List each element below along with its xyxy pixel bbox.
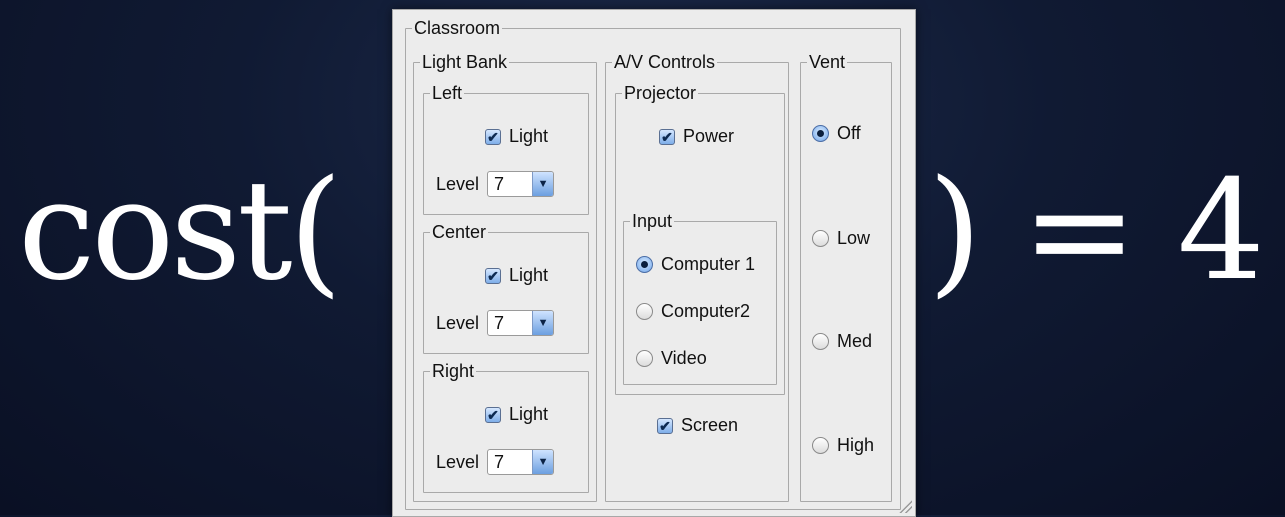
- vent-option-off[interactable]: Off: [812, 123, 861, 144]
- classroom-title: Classroom: [414, 18, 501, 38]
- checkmark-icon: ✔: [485, 267, 501, 284]
- right-light-title: Right: [432, 361, 475, 381]
- chevron-down-icon[interactable]: ▼: [532, 172, 554, 196]
- projector-title: Projector: [624, 83, 697, 103]
- center-light-label: Light: [509, 265, 549, 285]
- vent-option-med[interactable]: Med: [812, 331, 872, 352]
- radio-unselected-icon: [812, 333, 829, 350]
- left-light-label: Light: [509, 126, 549, 146]
- cost-text: cost(: [18, 150, 342, 311]
- chevron-down-icon[interactable]: ▼: [532, 311, 554, 335]
- left-level-value: 7: [494, 174, 505, 194]
- vent-option-high[interactable]: High: [812, 435, 874, 456]
- vent-option-label: Off: [837, 123, 861, 143]
- input-title: Input: [632, 211, 673, 231]
- input-option-video[interactable]: Video: [636, 348, 707, 369]
- center-level-control: Level 7 ▼: [436, 310, 555, 336]
- screen-label: Screen: [681, 415, 739, 435]
- vent-option-label: Med: [837, 331, 873, 351]
- input-option-label: Computer2: [661, 301, 751, 321]
- right-light-checkbox[interactable]: ✔ Light: [485, 404, 548, 425]
- radio-unselected-icon: [636, 350, 653, 367]
- left-light-title: Left: [432, 83, 463, 103]
- right-level-value: 7: [494, 452, 505, 472]
- center-light-checkbox[interactable]: ✔ Light: [485, 265, 548, 286]
- left-light-checkbox[interactable]: ✔ Light: [485, 126, 548, 147]
- power-label: Power: [683, 126, 735, 146]
- center-level-value: 7: [494, 313, 505, 333]
- left-level-label: Level: [436, 173, 480, 194]
- checkmark-icon: ✔: [659, 128, 675, 145]
- input-option-computer2[interactable]: Computer2: [636, 301, 750, 322]
- vent-option-low[interactable]: Low: [812, 228, 870, 249]
- right-level-label: Level: [436, 451, 480, 472]
- radio-selected-icon: [812, 125, 829, 142]
- checkmark-icon: ✔: [657, 417, 673, 434]
- radio-unselected-icon: [812, 230, 829, 247]
- radio-unselected-icon: [812, 437, 829, 454]
- right-level-select[interactable]: 7 ▼: [487, 449, 555, 475]
- right-level-control: Level 7 ▼: [436, 449, 555, 475]
- center-level-select[interactable]: 7 ▼: [487, 310, 555, 336]
- chevron-down-icon[interactable]: ▼: [532, 450, 554, 474]
- power-checkbox[interactable]: ✔ Power: [659, 126, 734, 147]
- vent-option-label: Low: [837, 228, 871, 248]
- resize-grip-icon[interactable]: [898, 499, 912, 513]
- classroom-panel: Classroom Light Bank Left ✔ Light Level …: [392, 9, 916, 517]
- input-option-label: Video: [661, 348, 707, 368]
- vent-option-label: High: [837, 435, 875, 455]
- center-light-title: Center: [432, 222, 487, 242]
- checkmark-icon: ✔: [485, 406, 501, 423]
- radio-unselected-icon: [636, 303, 653, 320]
- checkmark-icon: ✔: [485, 128, 501, 145]
- av-controls-title: A/V Controls: [614, 52, 716, 72]
- input-option-label: Computer 1: [661, 254, 756, 274]
- left-level-select[interactable]: 7 ▼: [487, 171, 555, 197]
- screen-checkbox[interactable]: ✔ Screen: [657, 415, 738, 436]
- right-light-label: Light: [509, 404, 549, 424]
- center-level-label: Level: [436, 312, 480, 333]
- vent-title: Vent: [809, 52, 846, 72]
- radio-selected-icon: [636, 256, 653, 273]
- input-option-computer-1[interactable]: Computer 1: [636, 254, 755, 275]
- light-bank-title: Light Bank: [422, 52, 508, 72]
- equals-four-text: ) = 4: [928, 150, 1265, 311]
- left-level-control: Level 7 ▼: [436, 171, 555, 197]
